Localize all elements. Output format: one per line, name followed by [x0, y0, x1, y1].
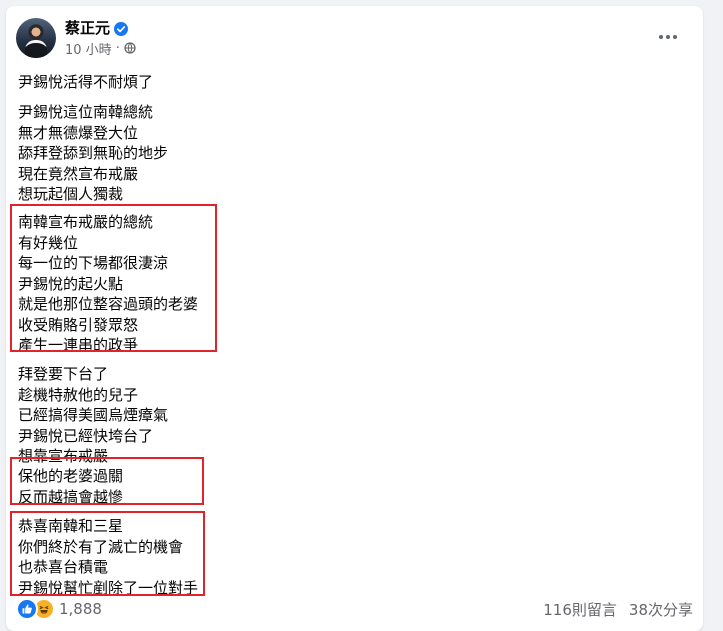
shares-count-link[interactable]: 38次分享: [629, 599, 693, 620]
post-stats: 116則留言 38次分享: [543, 598, 693, 620]
post-line: 拜登要下台了: [18, 365, 109, 383]
post-line: 尹錫悅已經快垮台了: [18, 426, 154, 445]
reactions-summary[interactable]: 1,888: [16, 598, 102, 620]
post-meta: 10 小時 ·: [65, 39, 136, 58]
post-line: 已經搞得美國烏煙瘴氣: [18, 406, 169, 424]
more-dots-icon: [659, 35, 677, 39]
like-icon: [16, 598, 38, 620]
post-footer: 1,888 116則留言 38次分享: [16, 598, 693, 620]
post-title-line: 尹錫悅活得不耐煩了: [18, 73, 154, 91]
reaction-count: 1,888: [59, 600, 102, 618]
post-line: 想玩起個人獨裁: [18, 185, 124, 203]
red-highlight-box: [10, 511, 205, 596]
comments-count-link[interactable]: 116則留言: [543, 599, 617, 620]
post-line: 現在竟然宣布戒嚴: [18, 164, 139, 183]
author-row: 蔡正元: [65, 18, 129, 38]
post-line: 無才無德爆登大位: [18, 123, 139, 142]
post-line: 尹錫悅這位南韓總統: [18, 103, 154, 121]
more-options-button[interactable]: [653, 22, 683, 52]
post-line: 趁機特赦他的兒子: [18, 385, 139, 404]
post-card: 蔡正元 10 小時 · 尹錫悅活得不耐煩了 尹錫悅這位南韓總統 無才無德爆登大位…: [6, 6, 703, 631]
red-highlight-box: [10, 204, 217, 352]
red-highlight-box: [10, 457, 204, 505]
meta-separator: ·: [115, 40, 120, 56]
verified-badge-icon: [114, 21, 129, 36]
post-timestamp[interactable]: 10 小時: [65, 39, 112, 58]
globe-icon[interactable]: [124, 42, 136, 54]
paragraph-3: 拜登要下台了 趁機特赦他的兒子 已經搞得美國烏煙瘴氣 尹錫悅已經快垮台了 想靠宣…: [18, 364, 168, 467]
post-line: 舔拜登舔到無恥的地步: [18, 144, 169, 162]
paragraph-1: 尹錫悅這位南韓總統 無才無德爆登大位 舔拜登舔到無恥的地步 現在竟然宣布戒嚴 想…: [18, 102, 168, 205]
author-name[interactable]: 蔡正元: [65, 18, 110, 38]
avatar[interactable]: [16, 18, 56, 58]
